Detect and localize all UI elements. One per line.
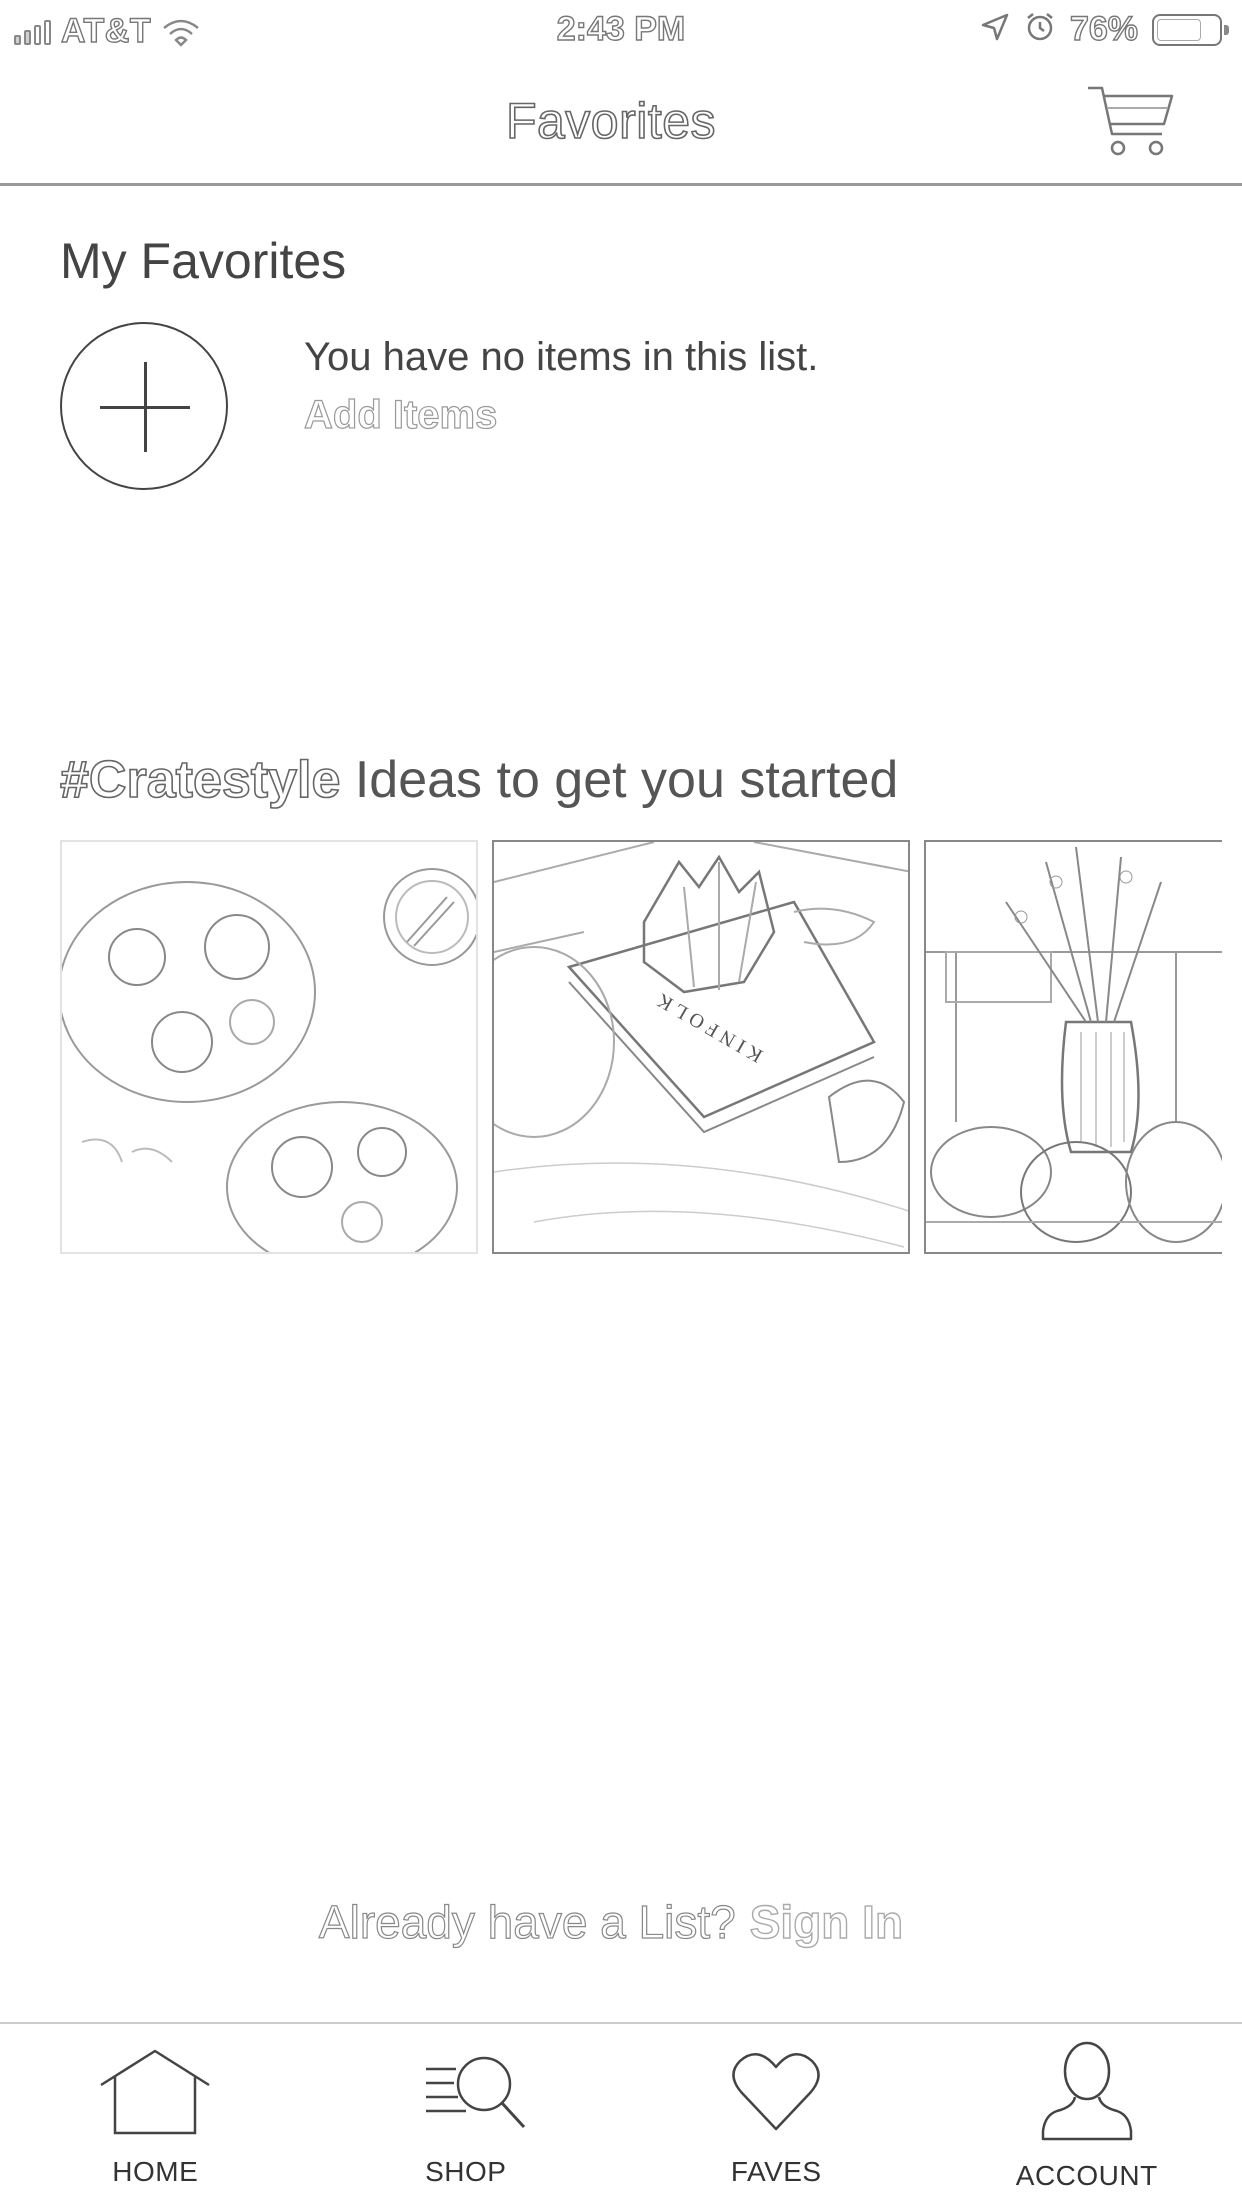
tab-faves[interactable]: FAVES [621, 2024, 932, 2208]
navigation-bar: Favorites [0, 60, 1242, 186]
status-right: 76% [980, 9, 1229, 49]
ideas-heading-text: Ideas to get you started [340, 751, 899, 809]
tab-shop-label: SHOP [425, 2156, 507, 2187]
home-icon [100, 2049, 210, 2135]
empty-list-message: You have no items in this list. [304, 335, 819, 379]
status-bar: AT&T 2:43 PM 76% [0, 0, 1242, 60]
location-arrow-icon [980, 12, 1010, 47]
account-icon [1041, 2041, 1132, 2141]
alarm-icon [1024, 11, 1056, 48]
tab-shop[interactable]: SHOP [311, 2024, 622, 2208]
add-item-button[interactable] [60, 322, 228, 490]
cart-icon [1088, 86, 1174, 156]
add-items-link[interactable]: Add Items [303, 392, 498, 438]
sign-in-prompt: Already have a List? Sign In [0, 1895, 1222, 1949]
tab-account-label: ACCOUNT [1015, 2160, 1158, 2191]
battery-percentage: 76% [1069, 9, 1138, 48]
page-title: Favorites [505, 92, 717, 150]
kinfolk-text: KINFOLK [649, 986, 766, 1066]
heart-icon [732, 2053, 820, 2131]
idea-image-kinfolk-book[interactable]: KINFOLK [492, 840, 910, 1254]
ideas-heading: #Cratestyle Ideas to get you started [59, 750, 899, 810]
battery-icon [1152, 13, 1229, 46]
sign-in-question: Already have a List? [318, 1895, 736, 1948]
tab-home[interactable]: HOME [0, 2024, 311, 2208]
shop-search-icon [425, 2056, 525, 2129]
tab-faves-label: FAVES [730, 2156, 822, 2187]
tab-bar: HOME SHOP FAVES ACCOUNT [0, 2022, 1242, 2208]
tab-home-label: HOME [112, 2156, 199, 2187]
idea-image-food[interactable] [60, 840, 478, 1254]
cart-button[interactable] [1086, 82, 1176, 162]
tab-account[interactable]: ACCOUNT [932, 2024, 1242, 2208]
idea-image-vase[interactable] [924, 840, 1222, 1254]
sign-in-link[interactable]: Sign In [749, 1895, 904, 1948]
my-favorites-title: My Favorites [60, 233, 347, 289]
ideas-carousel[interactable]: KINFOLK [60, 840, 1222, 1254]
cratestyle-hashtag[interactable]: #Cratestyle [59, 750, 341, 810]
